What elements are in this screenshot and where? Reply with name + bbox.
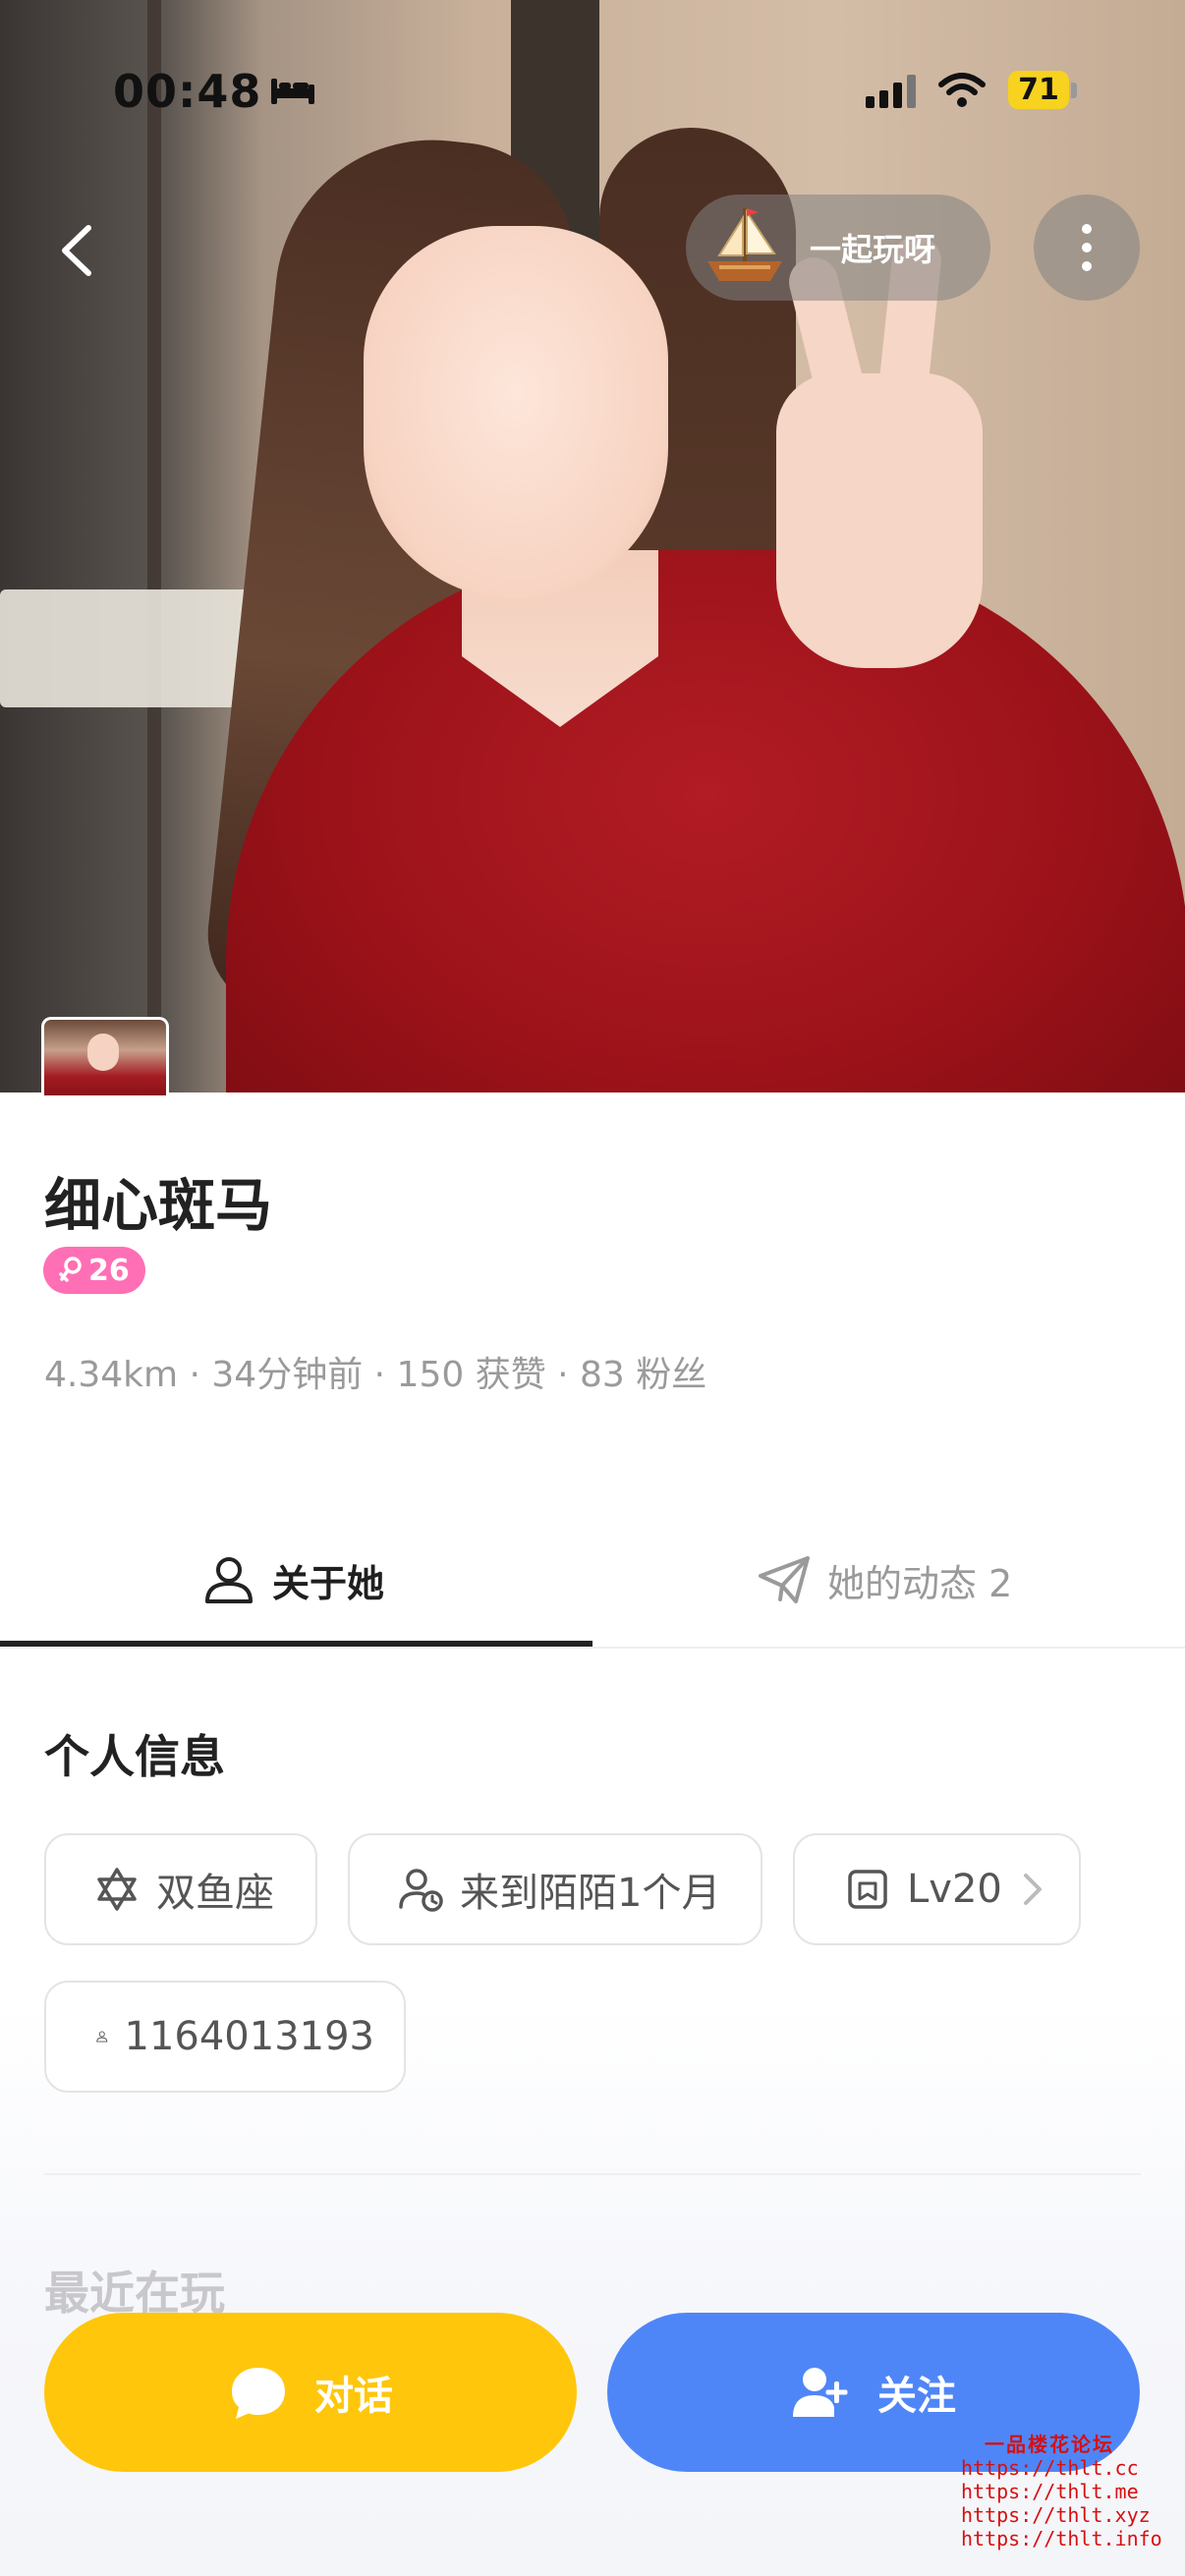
watermark-line: https://thlt.info: [961, 2527, 1162, 2550]
wifi-icon: [938, 72, 986, 107]
follow-button-label: 关注: [877, 2374, 956, 2419]
section-divider: [44, 2173, 1141, 2175]
photo-thumbnail[interactable]: [41, 1017, 169, 1095]
cellular-signal-icon: [866, 73, 916, 108]
watermark-line: https://thlt.me: [961, 2480, 1139, 2503]
back-button[interactable]: [49, 216, 108, 285]
more-vertical-icon-dot: [1082, 261, 1092, 271]
watermark-title: 一品楼花论坛: [985, 2433, 1114, 2456]
user-id-chip: 1164013193: [44, 1981, 406, 2093]
user-id-label: 1164013193: [124, 2014, 375, 2059]
chevron-right-icon: [1023, 1874, 1042, 1905]
joined-chip: 来到陌陌1个月: [348, 1833, 762, 1945]
photo-face: [364, 226, 668, 599]
age-value: 26: [88, 1253, 130, 1288]
zodiac-chip: 双鱼座: [44, 1833, 317, 1945]
active-tab-indicator: [0, 1641, 592, 1647]
gender-age-badge: 26: [43, 1247, 145, 1294]
battery-indicator: 71: [1008, 71, 1077, 109]
battery-tip: [1071, 82, 1077, 98]
watermark-line: https://thlt.xyz: [961, 2503, 1151, 2527]
badge-icon: [848, 1870, 887, 1909]
person-icon: [205, 1557, 253, 1603]
profile-meta: 4.34km · 34分钟前 · 150 获赞 · 83 粉丝: [44, 1355, 707, 1395]
star-of-david-icon: [97, 1868, 137, 1911]
photo-bg-table: [0, 589, 255, 707]
thumbnail-face: [87, 1034, 119, 1071]
chat-bubble-icon: [232, 2368, 285, 2419]
tab-her-feed[interactable]: 她的动态 2: [757, 1513, 1012, 1647]
photo-bg-window-frame: [147, 0, 161, 1092]
profile-tabs: 关于她 她的动态 2: [0, 1513, 1185, 1649]
zodiac-label: 双鱼座: [156, 1871, 274, 1916]
female-icon: [59, 1257, 82, 1282]
more-vertical-icon-dot: [1082, 243, 1092, 252]
battery-level: 71: [1008, 71, 1069, 109]
profile-name: 细心斑马: [44, 1172, 273, 1239]
profile-photo[interactable]: [0, 0, 1185, 1092]
watermark-line: https://thlt.cc: [961, 2456, 1139, 2480]
tab-about-her[interactable]: 关于她: [201, 1513, 384, 1647]
person-icon: [96, 2031, 108, 2043]
status-time: 00:48: [113, 65, 262, 118]
chat-button[interactable]: 对话: [44, 2313, 577, 2472]
tab-about-label: 关于她: [272, 1561, 385, 1605]
status-indicators: 71: [866, 71, 1077, 109]
level-label: Lv20: [907, 1867, 1002, 1912]
chat-button-label: 对话: [314, 2374, 393, 2419]
play-together-button[interactable]: 一起玩呀: [686, 195, 990, 301]
more-vertical-icon-dot: [1082, 224, 1092, 234]
sailboat-icon: [707, 208, 782, 281]
user-clock-icon: [399, 1869, 443, 1912]
level-chip[interactable]: Lv20: [793, 1833, 1081, 1945]
play-chip-label: 一起玩呀: [810, 231, 936, 268]
personal-info-title: 个人信息: [44, 1730, 225, 1783]
paper-plane-icon: [759, 1556, 810, 1603]
photo-hand: [776, 373, 983, 668]
sleep-mode-icon: [271, 79, 314, 104]
user-plus-icon: [793, 2368, 848, 2417]
watermark: 一品楼花论坛 https://thlt.cc https://thlt.me h…: [961, 2433, 1162, 2550]
joined-label: 来到陌陌1个月: [460, 1871, 721, 1916]
more-options-button[interactable]: [1034, 195, 1140, 301]
tab-feed-label: 她的动态 2: [827, 1561, 1013, 1605]
